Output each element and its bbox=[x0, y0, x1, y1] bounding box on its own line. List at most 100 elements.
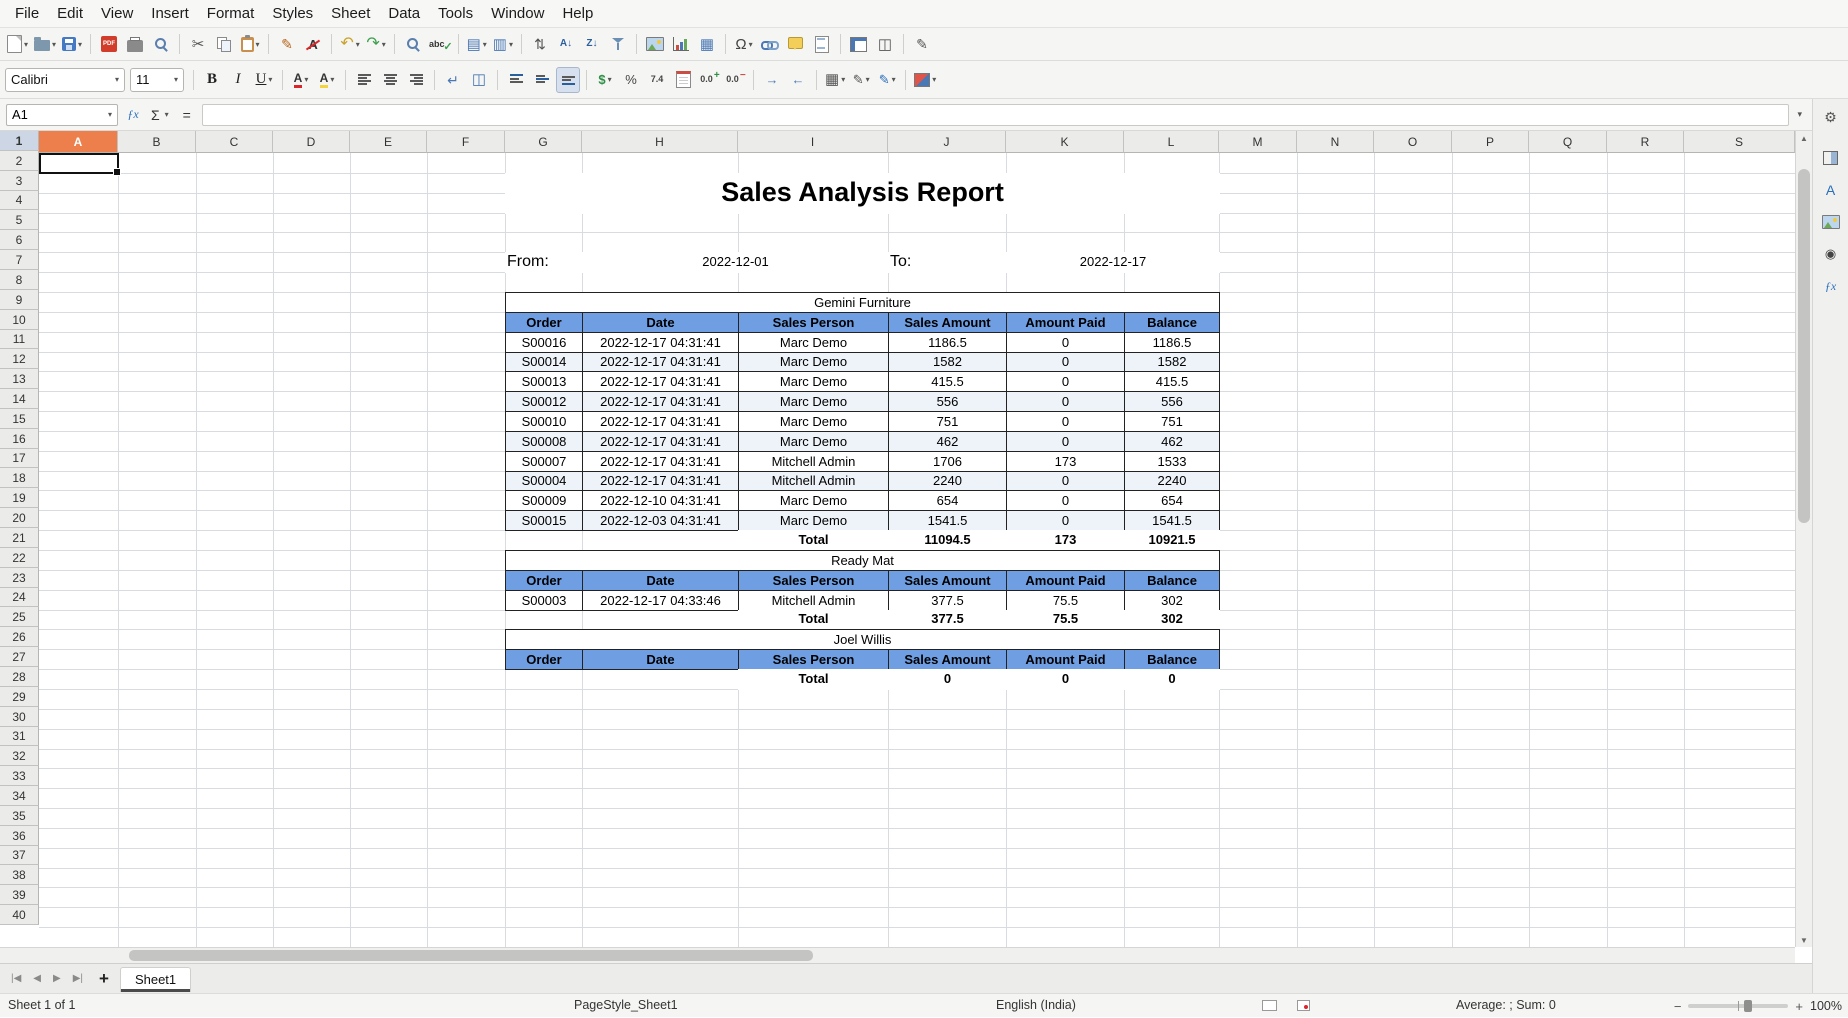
total-amount-paid[interactable]: 75.5 bbox=[1006, 610, 1125, 630]
align-left-button[interactable] bbox=[352, 67, 376, 93]
first-sheet-button[interactable]: |◀ bbox=[6, 973, 26, 984]
total-balance[interactable]: 302 bbox=[1124, 610, 1220, 630]
column-header-cell[interactable]: Amount Paid bbox=[1006, 570, 1125, 591]
formula-button[interactable]: = bbox=[176, 103, 198, 127]
menu-edit[interactable]: Edit bbox=[48, 0, 92, 27]
insert-image-button[interactable] bbox=[643, 31, 667, 57]
total-amount-paid[interactable]: 173 bbox=[1006, 530, 1125, 551]
data-cell[interactable]: 0 bbox=[1006, 471, 1125, 491]
page-style[interactable]: PageStyle_Sheet1 bbox=[574, 998, 678, 1012]
bold-button[interactable]: B bbox=[200, 67, 224, 93]
row-header-17[interactable]: 17 bbox=[0, 449, 39, 468]
data-cell[interactable]: S00004 bbox=[505, 471, 583, 491]
data-cell[interactable]: 2022-12-17 04:31:41 bbox=[582, 332, 739, 353]
data-cell[interactable]: 302 bbox=[1124, 590, 1220, 611]
total-sales-amount[interactable]: 377.5 bbox=[888, 610, 1007, 630]
data-cell[interactable]: 2022-12-17 04:31:41 bbox=[582, 411, 739, 432]
print-preview-button[interactable] bbox=[149, 31, 173, 57]
menu-data[interactable]: Data bbox=[379, 0, 429, 27]
data-cell[interactable]: 2022-12-17 04:33:46 bbox=[582, 590, 739, 611]
format-as-number-button[interactable]: 7.4 bbox=[645, 67, 669, 93]
open-button[interactable]: ▾ bbox=[32, 31, 58, 57]
data-cell[interactable]: Marc Demo bbox=[738, 332, 889, 353]
table-title[interactable]: Ready Mat bbox=[505, 550, 1220, 571]
navigator-deck-button[interactable]: ◉ bbox=[1817, 241, 1845, 266]
dropdown-arrow-icon[interactable]: ▾ bbox=[24, 40, 28, 49]
row-header-34[interactable]: 34 bbox=[0, 786, 39, 806]
from-value[interactable]: 2022-12-01 bbox=[582, 252, 889, 273]
row-header-25[interactable]: 25 bbox=[0, 607, 39, 627]
row-header-2[interactable]: 2 bbox=[0, 151, 39, 171]
data-cell[interactable]: 1186.5 bbox=[1124, 332, 1220, 353]
add-sheet-button[interactable]: + bbox=[90, 969, 118, 989]
row-header-14[interactable]: 14 bbox=[0, 389, 39, 409]
zoom-in-button[interactable]: + bbox=[1795, 999, 1803, 1014]
data-cell[interactable]: S00009 bbox=[505, 490, 583, 511]
data-cell[interactable]: 751 bbox=[1124, 411, 1220, 432]
dropdown-arrow-icon[interactable]: ▾ bbox=[108, 110, 112, 119]
split-window-button[interactable]: ◫ bbox=[873, 31, 897, 57]
data-cell[interactable]: Marc Demo bbox=[738, 510, 889, 531]
insert-comment-button[interactable] bbox=[784, 31, 808, 57]
italic-button[interactable]: I bbox=[226, 67, 250, 93]
special-character-button[interactable]: Ω▾ bbox=[732, 31, 756, 57]
font-color-button[interactable]: A▾ bbox=[289, 67, 313, 93]
print-button[interactable] bbox=[123, 31, 147, 57]
data-cell[interactable]: 415.5 bbox=[888, 371, 1007, 392]
column-button[interactable]: ▥▾ bbox=[491, 31, 515, 57]
autofilter-button[interactable] bbox=[606, 31, 630, 57]
clone-formatting-button[interactable]: ✎ bbox=[275, 31, 299, 57]
column-header-d[interactable]: D bbox=[273, 131, 350, 153]
data-cell[interactable]: 0 bbox=[1006, 332, 1125, 353]
align-top-button[interactable] bbox=[504, 67, 528, 93]
data-cell[interactable]: S00015 bbox=[505, 510, 583, 531]
row-header-32[interactable]: 32 bbox=[0, 746, 39, 766]
column-header-cell[interactable]: Order bbox=[505, 649, 583, 670]
column-header-i[interactable]: I bbox=[738, 131, 888, 153]
column-header-cell[interactable]: Sales Person bbox=[738, 570, 889, 591]
row-header-10[interactable]: 10 bbox=[0, 310, 39, 330]
format-as-percent-button[interactable]: % bbox=[619, 67, 643, 93]
table-title[interactable]: Joel Willis bbox=[505, 629, 1220, 650]
align-right-button[interactable] bbox=[404, 67, 428, 93]
dropdown-arrow-icon[interactable]: ▾ bbox=[268, 75, 272, 84]
dropdown-arrow-icon[interactable]: ▾ bbox=[356, 40, 360, 49]
paste-button[interactable]: ▾ bbox=[238, 31, 262, 57]
decrease-indent-button[interactable]: ← bbox=[786, 67, 810, 93]
column-header-m[interactable]: M bbox=[1219, 131, 1297, 153]
row-header-23[interactable]: 23 bbox=[0, 568, 39, 588]
clear-formatting-button[interactable]: A bbox=[301, 31, 325, 57]
document-modified-icon[interactable] bbox=[1297, 1000, 1310, 1011]
gallery-deck-button[interactable] bbox=[1817, 209, 1845, 234]
column-header-cell[interactable]: Sales Person bbox=[738, 312, 889, 333]
data-cell[interactable]: 751 bbox=[888, 411, 1007, 432]
total-label[interactable]: Total bbox=[738, 669, 889, 690]
borders-button[interactable]: ▦▾ bbox=[823, 67, 847, 93]
scroll-down-icon[interactable]: ▼ bbox=[1796, 933, 1812, 947]
column-header-r[interactable]: R bbox=[1607, 131, 1684, 153]
dropdown-arrow-icon[interactable]: ▾ bbox=[52, 40, 56, 49]
row-header-15[interactable]: 15 bbox=[0, 409, 39, 429]
data-cell[interactable]: 2022-12-17 04:31:41 bbox=[582, 431, 739, 452]
data-cell[interactable]: 2240 bbox=[888, 471, 1007, 491]
menu-sheet[interactable]: Sheet bbox=[322, 0, 379, 27]
grid-body[interactable]: Sales Analysis ReportFrom:2022-12-01To:2… bbox=[39, 153, 1795, 947]
sort-ascending-button[interactable]: A↓ bbox=[554, 31, 578, 57]
data-cell[interactable]: 1706 bbox=[888, 451, 1007, 472]
name-box[interactable]: A1 ▾ bbox=[6, 104, 118, 126]
column-header-cell[interactable]: Order bbox=[505, 570, 583, 591]
data-cell[interactable]: 0 bbox=[1006, 411, 1125, 432]
row-header-5[interactable]: 5 bbox=[0, 210, 39, 230]
sort-descending-button[interactable]: Z↓ bbox=[580, 31, 604, 57]
row-header-31[interactable]: 31 bbox=[0, 727, 39, 746]
column-header-cell[interactable]: Sales Amount bbox=[888, 570, 1007, 591]
data-cell[interactable]: 377.5 bbox=[888, 590, 1007, 611]
row-header-37[interactable]: 37 bbox=[0, 846, 39, 865]
column-header-p[interactable]: P bbox=[1452, 131, 1529, 153]
data-cell[interactable]: 0 bbox=[1006, 510, 1125, 531]
export-pdf-button[interactable]: PDF bbox=[97, 31, 121, 57]
row-header-19[interactable]: 19 bbox=[0, 488, 39, 508]
data-cell[interactable]: 0 bbox=[1006, 490, 1125, 511]
dropdown-arrow-icon[interactable]: ▾ bbox=[165, 110, 169, 119]
data-cell[interactable]: 654 bbox=[1124, 490, 1220, 511]
